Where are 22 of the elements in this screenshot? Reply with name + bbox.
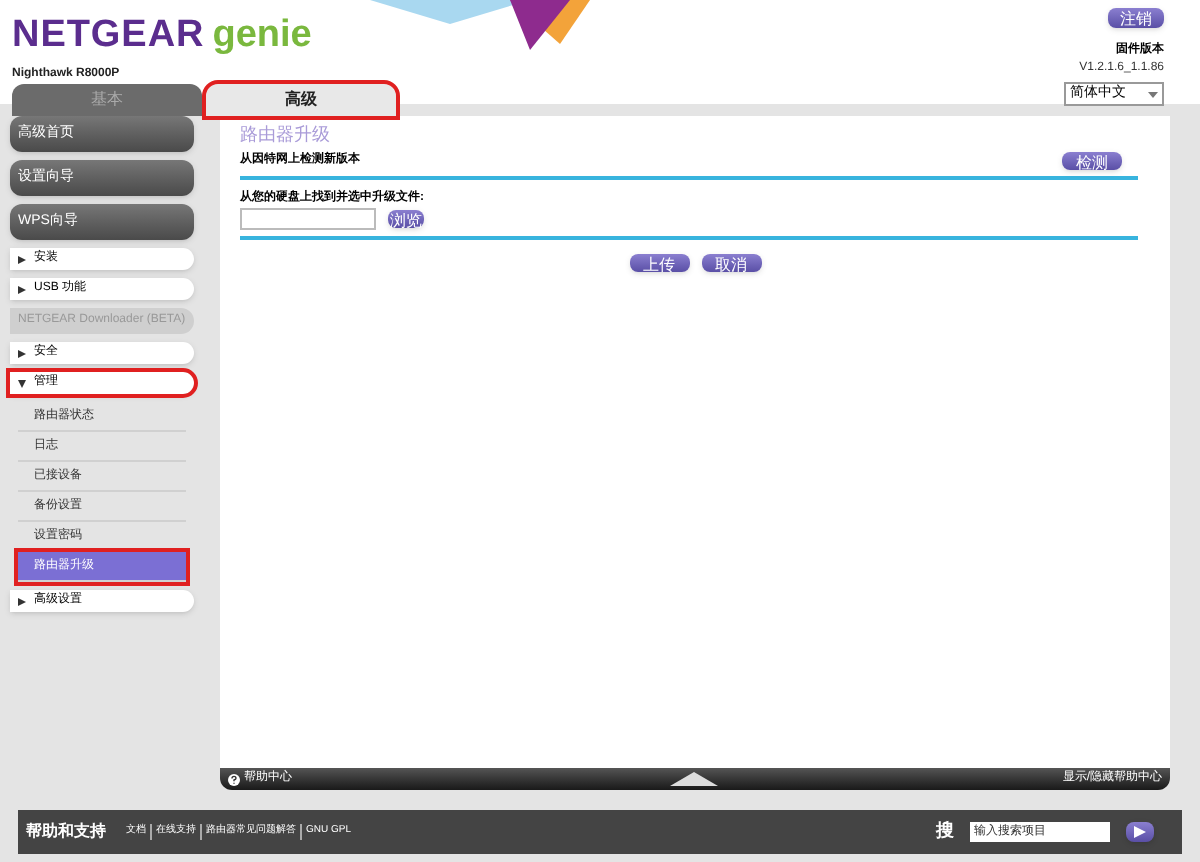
dropdown-arrow-icon [1148,91,1158,97]
help-icon [228,773,240,785]
logo-product: genie [212,12,312,60]
tab[interactable]: 高级 [206,83,396,115]
caret-right-icon [18,285,26,293]
browse-button[interactable]: 浏览 [388,209,424,227]
page-title: 路由器升级 [240,122,332,148]
file-path-field[interactable] [240,207,376,229]
caret-right-icon [18,255,26,263]
caret-right-icon [18,349,26,357]
arrow-icon [1134,826,1146,838]
check-button[interactable]: 检测 [1062,151,1122,169]
caret-right-icon [18,597,26,605]
cancel-button[interactable]: 取消 [701,253,761,271]
logo-brand: NETGEAR [12,12,205,60]
expand-triangle-icon [670,770,718,786]
upload-button[interactable]: 上传 [629,253,689,271]
caret-down-icon [18,379,26,387]
search-label: 搜 [936,818,954,845]
search-go-button[interactable] [1126,822,1154,842]
footer-title: 帮助和支持 [26,820,106,844]
logout-button[interactable]: 注销 [1108,8,1164,28]
